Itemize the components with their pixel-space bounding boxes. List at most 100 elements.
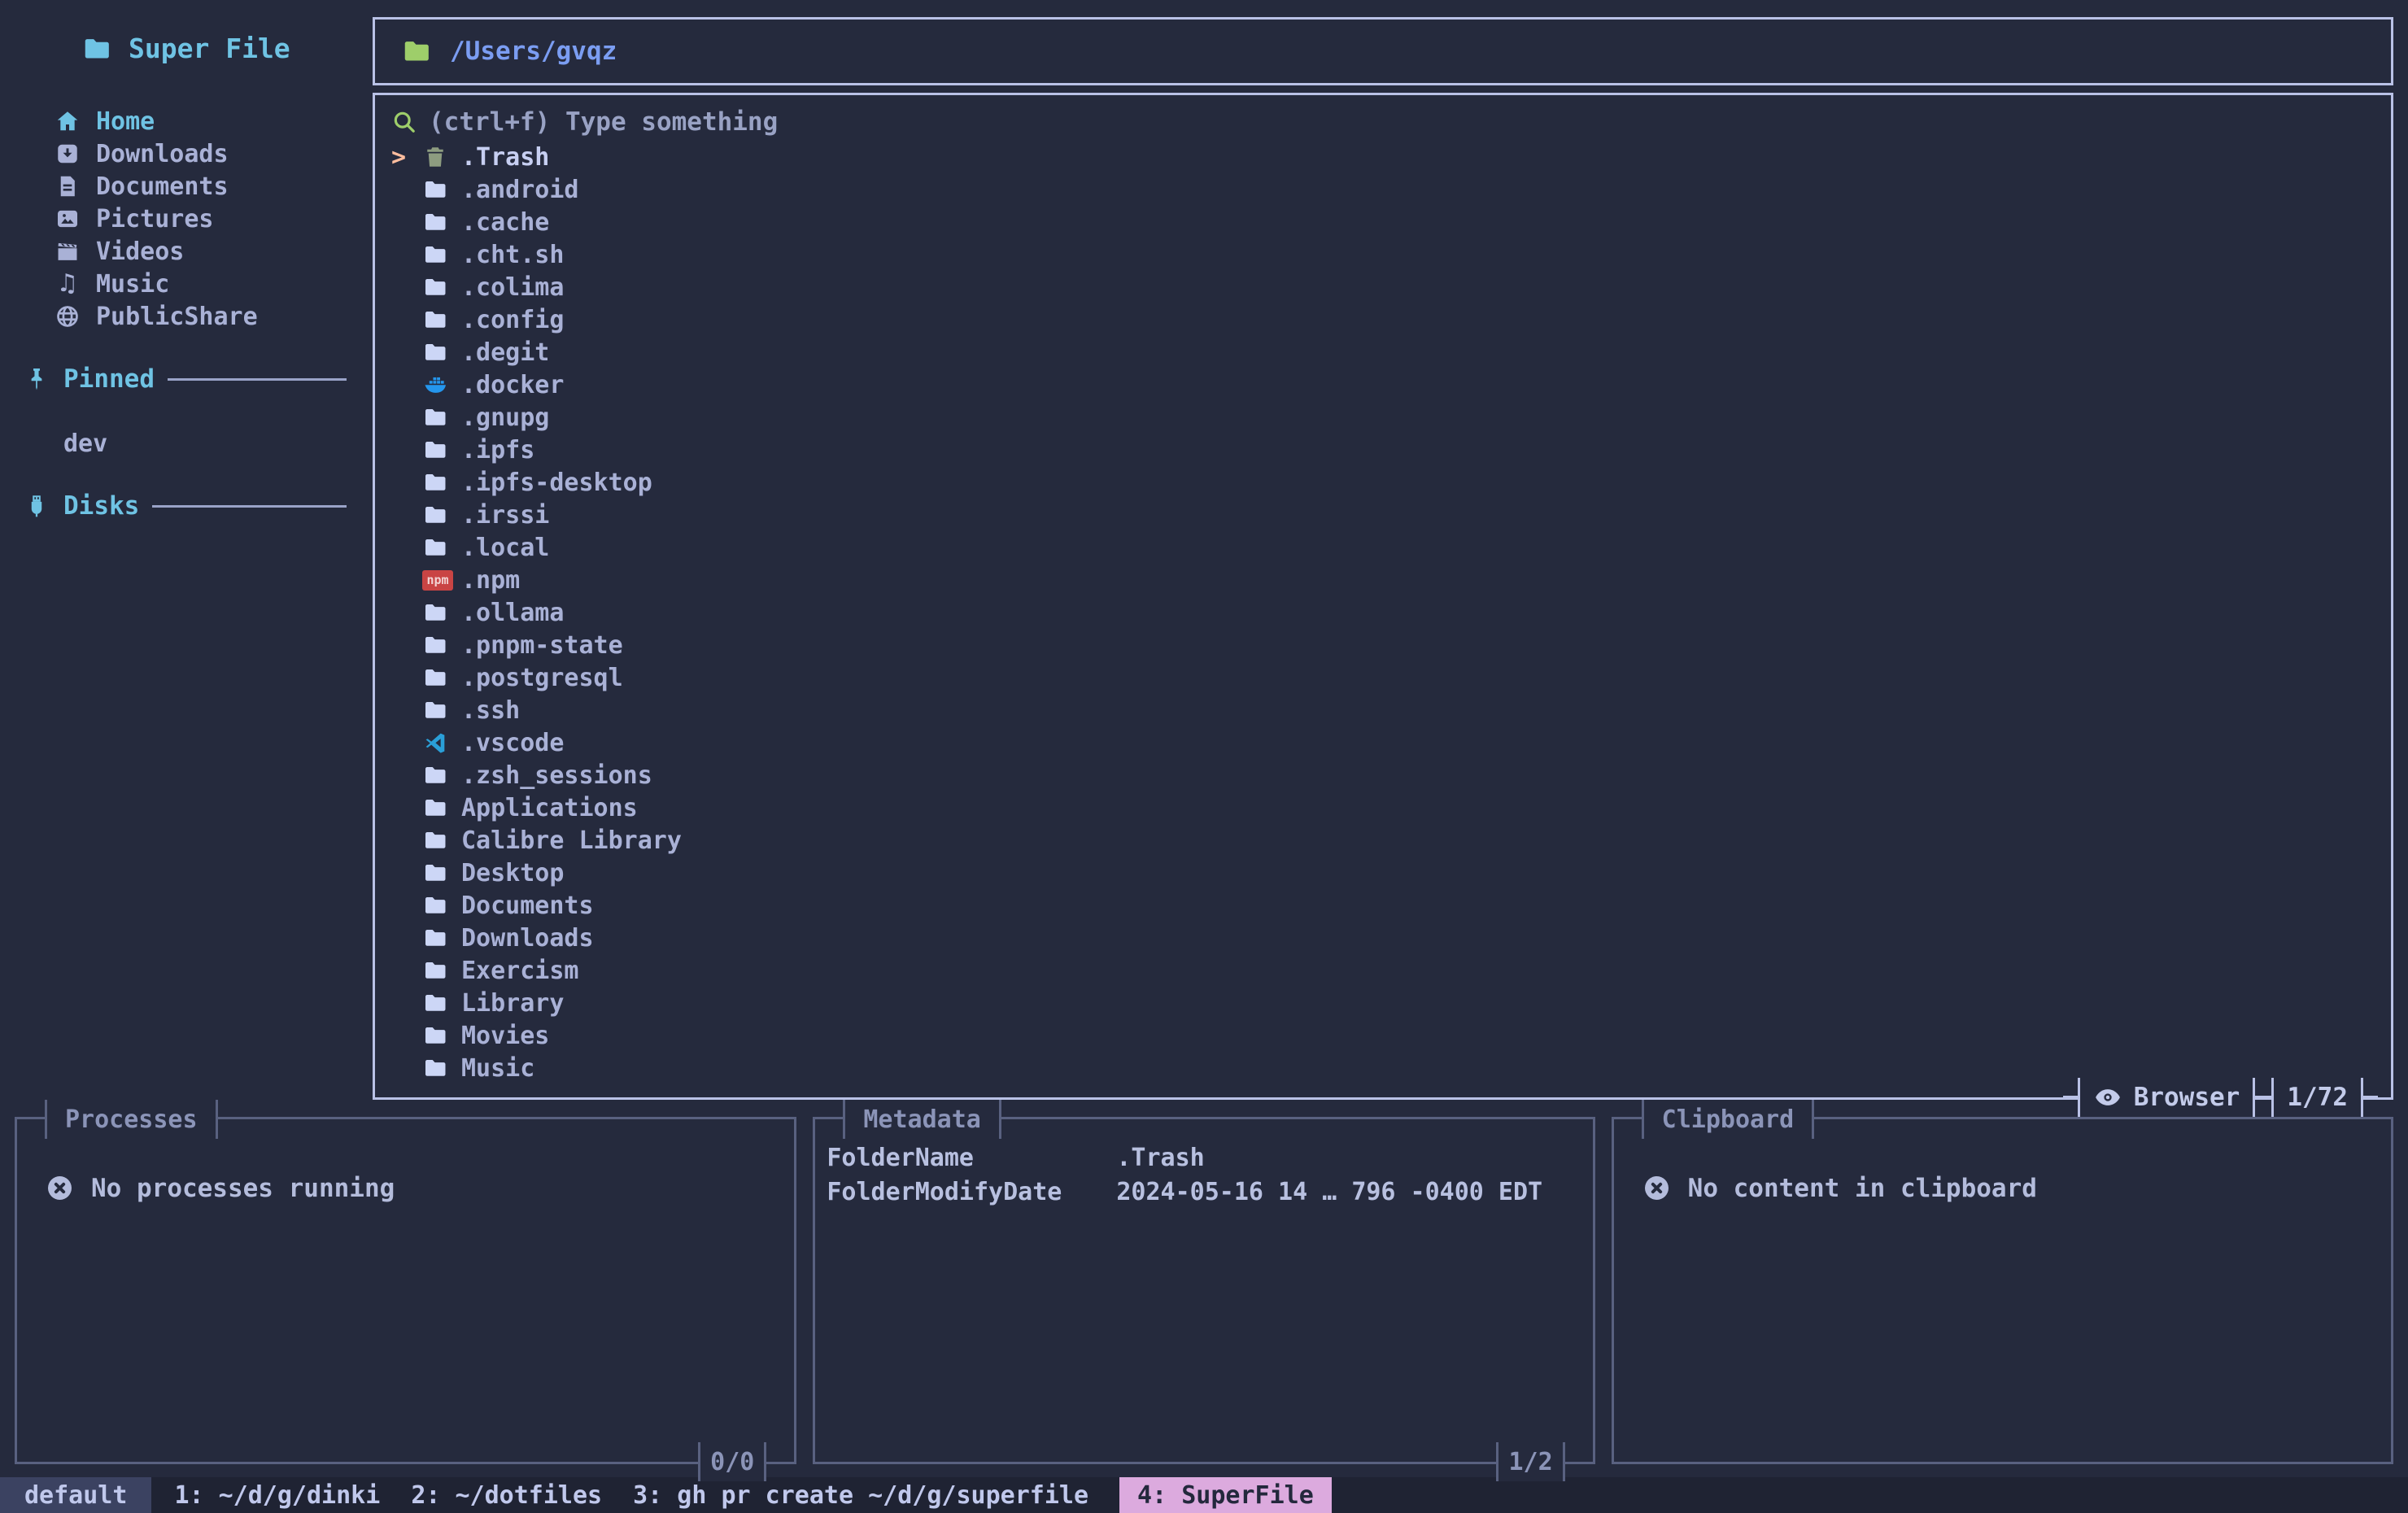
file-row[interactable]: .ssh (391, 694, 2375, 726)
sidebar-item[interactable]: Home (0, 105, 373, 137)
path-bar[interactable]: /Users/gvqz (373, 17, 2393, 85)
sidebar-item-label: Music (96, 270, 169, 299)
usb-disk-icon (23, 492, 50, 520)
file-position-indicator: 1/72 (2271, 1078, 2363, 1117)
tmux-window-1[interactable]: 1: ~/d/g/dinki (174, 1481, 380, 1510)
file-row[interactable]: Calibre Library (391, 824, 2375, 857)
file-row[interactable]: .android (391, 173, 2375, 206)
file-row[interactable]: .colima (391, 271, 2375, 303)
tmux-status-bar: default 1: ~/d/g/dinki 2: ~/dotfiles 3: … (0, 1477, 2408, 1513)
panel-mode-tag: Browser 1/72 (2063, 1078, 2378, 1117)
file-name: .ollama (461, 599, 564, 627)
search-icon (391, 109, 417, 135)
file-row[interactable]: .gnupg (391, 401, 2375, 434)
vscode-icon (422, 730, 448, 756)
file-row[interactable]: .npm (391, 564, 2375, 596)
file-name: .ssh (461, 696, 520, 725)
document-icon (55, 173, 81, 199)
sidebar-item[interactable]: Downloads (0, 137, 373, 170)
file-row[interactable]: Desktop (391, 857, 2375, 889)
folder-icon (422, 1055, 448, 1081)
sidebar-section-disks: Disks (0, 489, 373, 523)
folder-icon (422, 1022, 448, 1049)
file-name: .Trash (461, 143, 549, 172)
file-row[interactable]: .cache (391, 206, 2375, 238)
metadata-value: .Trash (1116, 1144, 1204, 1172)
folder-icon (422, 925, 448, 951)
music-note-icon (57, 271, 79, 297)
file-name: .cht.sh (461, 241, 564, 269)
file-row[interactable]: Library (391, 987, 2375, 1019)
sidebar-item[interactable]: Pictures (0, 203, 373, 235)
folder-icon (422, 437, 448, 463)
file-name: .ipfs (461, 436, 534, 464)
file-row[interactable]: .docker (391, 368, 2375, 401)
file-row[interactable]: .pnpm-state (391, 629, 2375, 661)
file-row[interactable]: .irssi (391, 499, 2375, 531)
metadata-key: FolderModifyDate (827, 1178, 1116, 1206)
file-name: Calibre Library (461, 826, 682, 855)
file-row[interactable]: .ipfs-desktop (391, 466, 2375, 499)
folder-icon (422, 957, 448, 983)
folder-icon (422, 697, 448, 723)
file-row[interactable]: .vscode (391, 726, 2375, 759)
app-title: Super File (129, 33, 290, 64)
tmux-session-name[interactable]: default (0, 1477, 151, 1513)
bottom-panels: Processes No processes running 0/0 Metad… (15, 1117, 2393, 1464)
clipboard-panel-title: Clipboard (1642, 1100, 1815, 1139)
metadata-key: FolderName (827, 1144, 1116, 1172)
metadata-counter: 1/2 (1496, 1442, 1564, 1481)
search-input[interactable]: (ctrl+f) Type something (391, 105, 2375, 139)
file-browser: (ctrl+f) Type something (373, 93, 2393, 1100)
folder-icon (422, 469, 448, 495)
npm-icon (422, 570, 453, 591)
file-row[interactable]: Exercism (391, 954, 2375, 987)
sidebar-item-dev[interactable]: dev (0, 427, 373, 460)
folder-icon (422, 892, 448, 918)
folder-icon (422, 827, 448, 853)
tmux-window-4-active[interactable]: 4: SuperFile (1119, 1477, 1332, 1513)
folder-icon (422, 762, 448, 788)
file-row[interactable]: Applications (391, 791, 2375, 824)
metadata-panel-title: Metadata (843, 1100, 1001, 1139)
file-row[interactable]: .cht.sh (391, 238, 2375, 271)
pin-icon (23, 365, 50, 393)
file-row[interactable]: Downloads (391, 922, 2375, 954)
disks-section-label: Disks (63, 491, 139, 521)
sidebar-item[interactable]: Documents (0, 170, 373, 203)
download-box-icon (55, 141, 81, 167)
folder-icon (401, 36, 432, 67)
file-name: .postgresql (461, 664, 623, 692)
file-name: .android (461, 176, 579, 204)
processes-panel-title: Processes (45, 1100, 218, 1139)
file-row[interactable]: .postgresql (391, 661, 2375, 694)
file-row[interactable]: .config (391, 303, 2375, 336)
file-row[interactable]: .local (391, 531, 2375, 564)
file-row[interactable]: .degit (391, 336, 2375, 368)
file-row[interactable]: .Trash (391, 141, 2375, 173)
sidebar-item[interactable]: Videos (0, 235, 373, 268)
folder-icon (422, 632, 448, 658)
tmux-window-3[interactable]: 3: gh pr create ~/d/g/superfile (633, 1481, 1088, 1510)
file-row[interactable]: .ollama (391, 596, 2375, 629)
file-name: Exercism (461, 957, 579, 985)
sidebar-home-dirs: Home Downloads (0, 105, 373, 333)
tmux-window-2[interactable]: 2: ~/dotfiles (411, 1481, 602, 1510)
app-logo: Super File (81, 33, 373, 64)
current-path: /Users/gvqz (450, 37, 617, 66)
sidebar-item[interactable]: PublicShare (0, 300, 373, 333)
file-name: .pnpm-state (461, 631, 623, 660)
folder-icon (422, 860, 448, 886)
section-divider-line (168, 378, 347, 381)
file-row[interactable]: Movies (391, 1019, 2375, 1052)
file-name: .config (461, 306, 564, 334)
sidebar-item-label: PublicShare (96, 303, 258, 331)
file-name: .zsh_sessions (461, 761, 652, 790)
file-row[interactable]: .zsh_sessions (391, 759, 2375, 791)
folder-icon (422, 404, 448, 430)
file-row[interactable]: .ipfs (391, 434, 2375, 466)
app-folder-icon (81, 33, 112, 64)
sidebar-item[interactable]: Music (0, 268, 373, 300)
folder-icon (422, 502, 448, 528)
file-row[interactable]: Documents (391, 889, 2375, 922)
